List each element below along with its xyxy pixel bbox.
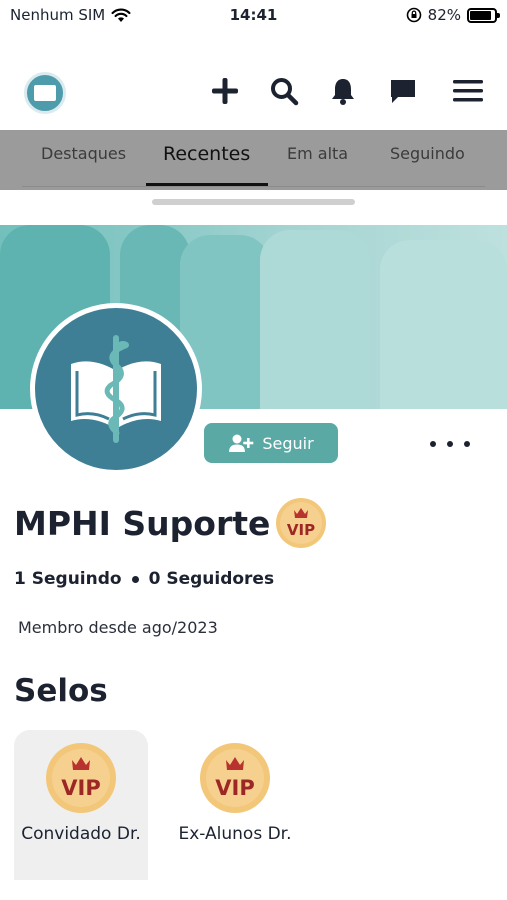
vip-badge-icon: VIP [199,742,271,818]
menu-icon [453,80,483,102]
badges-title: Selos [14,673,108,709]
search-icon [271,78,299,106]
book-caduceus-icon [71,335,161,443]
tab-em-alta[interactable]: Em alta [287,144,348,163]
chat-icon [391,80,415,103]
profile-name: MPHI Suporte [14,504,271,543]
more-dot [430,441,436,447]
more-dot [464,441,470,447]
logo-book-icon [34,85,56,101]
badge-label: Convidado Dr. [21,824,141,844]
more-dot [447,441,453,447]
vip-badge-icon: VIP [45,742,117,818]
follow-label: Seguir [262,433,314,453]
battery-percent: 82% [427,6,461,24]
status-bar: Nenhum SIM 14:41 82% [0,0,507,34]
tab-recentes[interactable]: Recentes [163,143,250,165]
follow-stats: 1 Seguindo 0 Seguidores [14,569,274,589]
more-options-button[interactable] [430,432,470,456]
tabs-divider [22,186,485,187]
profile-sheet: Seguir MPHI Suporte VIP 1 Seguindo 0 Seg… [0,190,507,900]
followers-count[interactable]: 0 Seguidores [149,569,275,589]
search-button[interactable] [267,74,301,108]
app-header [0,54,507,130]
bell-icon [332,79,354,105]
svg-text:VIP: VIP [287,521,315,539]
notifications-button[interactable] [326,74,360,108]
svg-text:VIP: VIP [61,776,100,800]
battery-icon [467,7,500,23]
follow-button[interactable]: Seguir [204,423,338,463]
tab-seguindo[interactable]: Seguindo [390,144,465,163]
feed-tabs: Destaques Recentes Em alta Seguindo [0,130,507,190]
add-icon [212,78,238,104]
menu-button[interactable] [451,74,485,108]
badge-card-ex-alunos[interactable]: VIP Ex-Alunos Dr. [168,730,302,880]
sheet-grabber[interactable] [152,199,355,205]
add-button[interactable] [208,74,242,108]
messages-button[interactable] [386,74,420,108]
svg-text:VIP: VIP [215,776,254,800]
active-tab-indicator [146,183,268,186]
status-right-group: 82% [406,6,500,24]
add-user-icon [229,434,254,452]
separator-dot [131,575,139,583]
badge-card-convidado[interactable]: VIP Convidado Dr. [14,730,148,880]
vip-badge-icon: VIP [274,496,328,554]
following-count[interactable]: 1 Seguindo [14,569,122,589]
tab-destaques[interactable]: Destaques [41,144,126,163]
mphi-logo[interactable] [24,72,66,114]
badge-label: Ex-Alunos Dr. [178,824,292,844]
orientation-lock-icon [406,7,421,23]
member-since: Membro desde ago/2023 [18,618,218,637]
profile-avatar [30,303,202,475]
